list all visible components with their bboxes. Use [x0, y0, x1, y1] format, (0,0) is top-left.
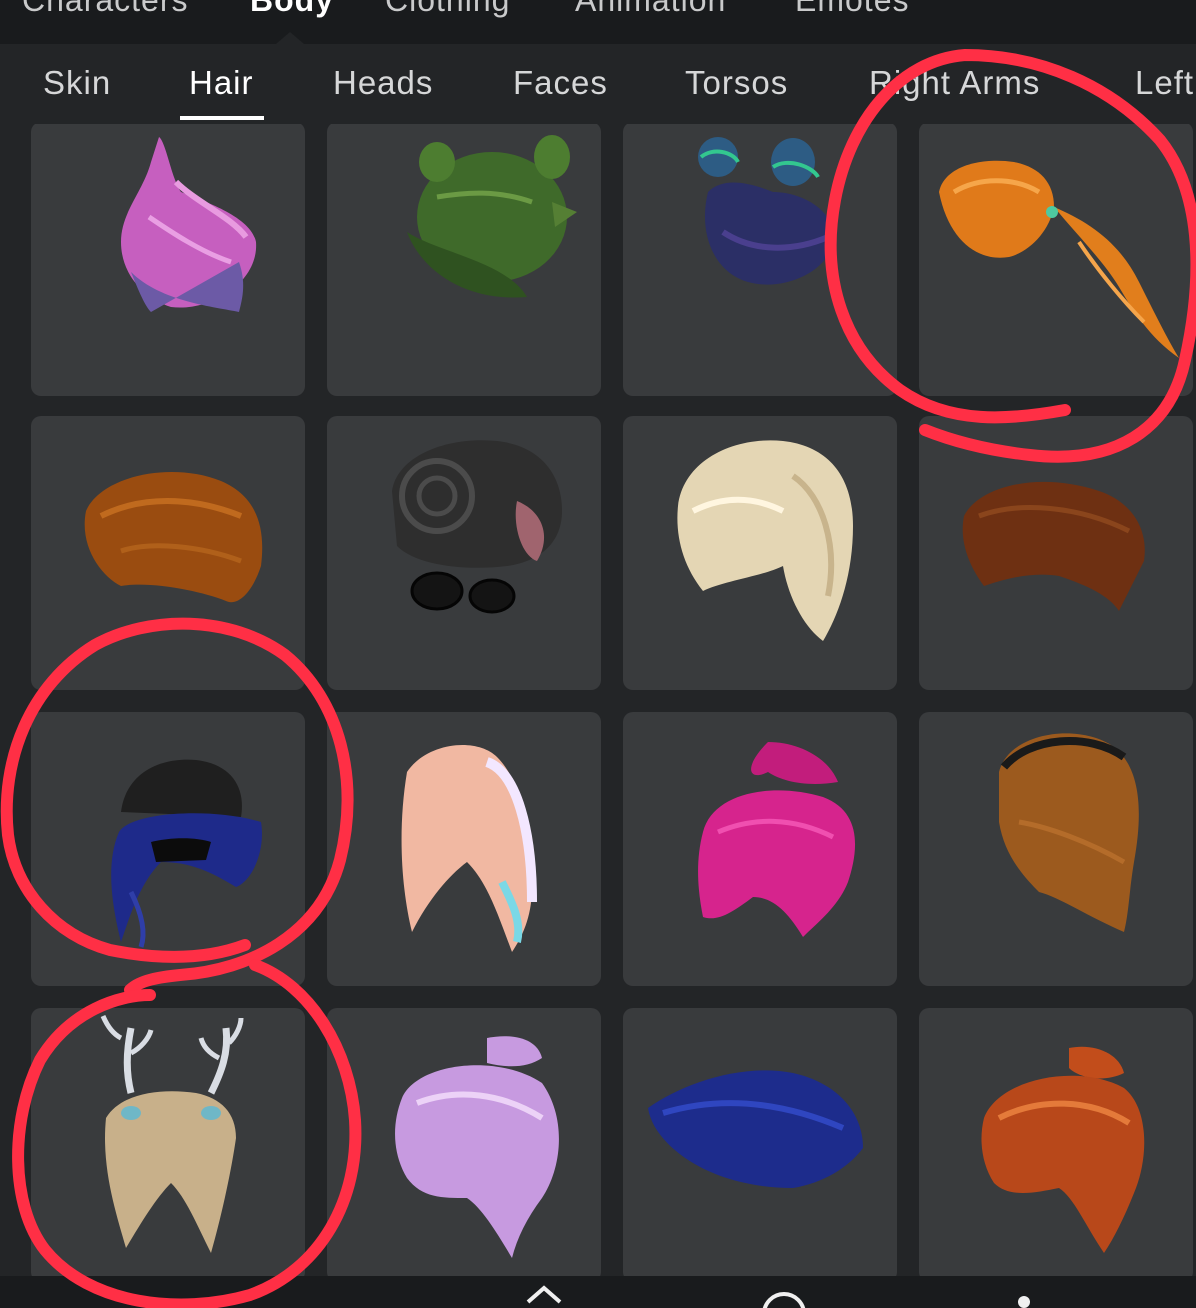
pastel-long-hair-icon [401, 745, 537, 952]
ginger-bun-hair-icon [981, 1046, 1145, 1253]
lavender-bun-hair-icon [395, 1036, 559, 1258]
active-tab-indicator [276, 32, 304, 44]
tab-emotes[interactable]: Emotes [795, 0, 909, 19]
bottom-navigation-bar [0, 1276, 1196, 1308]
green-bun-hair-icon [407, 135, 577, 298]
subtab-right-arms[interactable]: Right Arms [869, 64, 1040, 102]
hair-item[interactable] [623, 124, 897, 396]
blue-swept-hair-icon [648, 1070, 863, 1188]
tab-body[interactable]: Body [250, 0, 334, 19]
hair-item[interactable] [31, 124, 305, 396]
hair-item[interactable] [623, 416, 897, 690]
hair-item[interactable] [623, 1008, 897, 1276]
black-swirl-hair-with-glasses-icon [392, 440, 562, 614]
brown-headband-hair-icon [999, 733, 1139, 932]
magenta-fluffy-hair-icon [698, 742, 856, 937]
subtab-skin[interactable]: Skin [43, 64, 111, 102]
home-icon[interactable] [514, 1276, 574, 1308]
hair-item[interactable] [919, 712, 1193, 986]
hair-item[interactable] [919, 1008, 1193, 1276]
hair-item[interactable] [623, 712, 897, 986]
subcategory-tab-bar: Skin Hair Heads Faces Torsos Right Arms … [0, 44, 1196, 124]
pink-swept-hair-icon [121, 137, 257, 312]
hair-item[interactable] [919, 124, 1193, 396]
blonde-bob-hair-icon [677, 440, 853, 641]
hair-item[interactable] [919, 416, 1193, 690]
brown-messy-hair-icon [84, 472, 263, 603]
hair-item[interactable] [327, 416, 601, 690]
hair-item[interactable] [327, 124, 601, 396]
hair-item[interactable] [327, 712, 601, 986]
subtab-heads[interactable]: Heads [333, 64, 433, 102]
tab-clothing[interactable]: Clothing [385, 0, 510, 19]
hair-item-grid [0, 124, 1196, 1276]
blonde-hair-with-antlers-icon [100, 1015, 244, 1253]
subtab-hair[interactable]: Hair [189, 64, 254, 102]
subtab-torsos[interactable]: Torsos [685, 64, 788, 102]
blue-hair-with-beanie-icon [111, 759, 262, 948]
hair-item[interactable] [31, 712, 305, 986]
hair-item[interactable] [31, 416, 305, 690]
search-icon[interactable] [754, 1276, 814, 1308]
subtab-faces[interactable]: Faces [513, 64, 608, 102]
hair-item[interactable] [327, 1008, 601, 1276]
orange-ponytail-hair-icon [939, 160, 1179, 358]
hair-item[interactable] [31, 1008, 305, 1276]
brown-spiky-hair-icon [962, 481, 1145, 611]
subtab-left-arms[interactable]: Left [1135, 64, 1194, 102]
tab-characters[interactable]: Characters [22, 0, 189, 19]
category-tab-bar: Characters Body Clothing Animation Emote… [0, 0, 1196, 44]
active-subtab-underline [180, 116, 264, 120]
tab-animation[interactable]: Animation [575, 0, 726, 19]
more-icon[interactable] [1004, 1276, 1044, 1308]
navy-buns-hair-icon [698, 137, 834, 285]
